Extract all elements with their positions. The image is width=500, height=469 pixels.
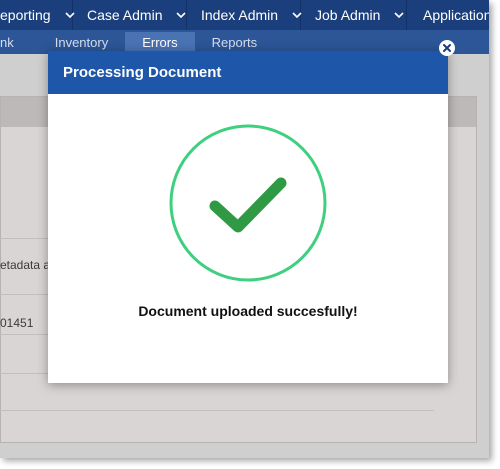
nav-menu-label: Job Admin [315,7,381,23]
nav-menu-label: Index Admin [201,7,279,23]
divider [0,410,434,411]
nav-menu-label: Application [423,7,489,23]
chevron-down-icon [394,12,406,18]
nav-menu-case-admin[interactable]: Case Admin [73,0,187,30]
background-text: etadata a [0,258,51,272]
dialog-header: Processing Document [48,51,448,94]
top-nav: eporting Case Admin Index Admin Job Admi… [0,0,489,30]
nav-menu-job-admin[interactable]: Job Admin [301,0,407,30]
nav-menu-index-admin[interactable]: Index Admin [187,0,302,30]
status-message: Document uploaded succesfully! [138,303,358,319]
background-text: 01451 [0,316,34,330]
divider [0,294,48,295]
success-checkmark-icon [168,123,328,283]
nav-menu-label: eporting [0,7,51,23]
nav-menu-reporting[interactable]: eporting [0,0,75,30]
divider [0,238,48,239]
nav-menu-application[interactable]: Application [407,0,489,30]
divider [0,373,48,374]
close-icon[interactable] [439,40,455,56]
app-window: eporting Case Admin Index Admin Job Admi… [0,0,489,458]
processing-dialog: Processing Document Document uploaded su… [48,51,448,383]
chevron-down-icon [176,12,187,18]
nav-menu-label: Case Admin [87,7,163,23]
tab-link[interactable]: nk [0,32,38,54]
dialog-title: Processing Document [63,64,222,81]
divider [0,334,48,335]
